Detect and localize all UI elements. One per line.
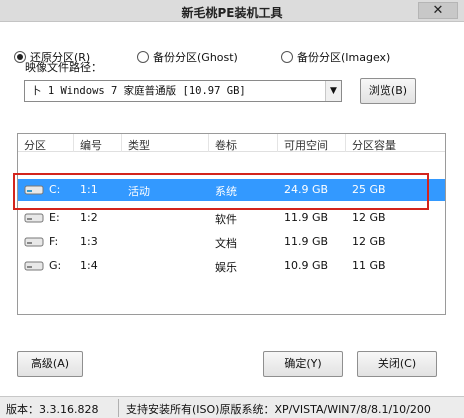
close-button[interactable]: 关闭(C) [357, 351, 437, 377]
cell-volume-label: 软件 [215, 213, 237, 226]
column-header-capacity[interactable]: 分区容量 [352, 137, 396, 153]
cell-drive: F: [49, 235, 59, 248]
close-window-button[interactable]: ✕ [418, 2, 458, 19]
cell-free-space: 11.9 GB [284, 211, 329, 224]
column-header-partition[interactable]: 分区 [24, 137, 46, 153]
column-header-volume-label[interactable]: 卷标 [215, 137, 237, 153]
cell-capacity: 12 GB [352, 211, 386, 224]
hard-drive-icon [24, 185, 44, 195]
partition-list[interactable]: 分区 编号 类型 卷标 可用空间 分区容量 C: 1:1 活动 系统 24.9 … [17, 133, 446, 315]
cell-number: 1:3 [80, 235, 98, 248]
hard-drive-icon [24, 261, 44, 271]
cell-drive: C: [49, 183, 61, 196]
cell-number: 1:4 [80, 259, 98, 272]
image-path-label: 映像文件路径： [25, 61, 102, 74]
window-title: 新毛桃PE装机工具 [181, 6, 283, 20]
hard-drive-icon [24, 237, 44, 247]
table-row[interactable]: E: 1:2 软件 11.9 GB 12 GB [18, 207, 445, 229]
column-divider [345, 134, 346, 152]
cell-volume-label: 文档 [215, 237, 237, 250]
radio-backup-ghost[interactable]: 备份分区(Ghost) [137, 49, 238, 65]
cell-free-space: 10.9 GB [284, 259, 329, 272]
cell-volume-label: 娱乐 [215, 261, 237, 274]
radio-dot [137, 51, 149, 63]
status-bar: 版本：3.3.16.828 支持安装所有(ISO)原版系统：XP/VISTA/W… [0, 396, 464, 418]
column-header-free-space[interactable]: 可用空间 [284, 137, 328, 153]
radio-dot [281, 51, 293, 63]
status-divider [118, 399, 119, 417]
hard-drive-icon [24, 213, 44, 223]
column-divider [277, 134, 278, 152]
support-text: 支持安装所有(ISO)原版系统：XP/VISTA/WIN7/8/8.1/10/2… [126, 403, 431, 416]
title-bar: 新毛桃PE装机工具 ✕ [0, 0, 464, 22]
cell-volume-label: 系统 [215, 185, 237, 198]
image-file-dropdown[interactable]: 卜 1 Windows 7 家庭普通版 [10.97 GB] ▼ [24, 80, 342, 102]
cell-capacity: 25 GB [352, 183, 386, 196]
cell-number: 1:1 [80, 183, 98, 196]
table-row[interactable]: G: 1:4 娱乐 10.9 GB 11 GB [18, 255, 445, 277]
ok-button[interactable]: 确定(Y) [263, 351, 343, 377]
radio-label-backup-imagex: 备份分区(Imagex) [297, 51, 391, 64]
column-header-type[interactable]: 类型 [128, 137, 150, 153]
column-header-number[interactable]: 编号 [80, 137, 102, 153]
version-text: 版本：3.3.16.828 [6, 403, 99, 416]
table-row[interactable]: F: 1:3 文档 11.9 GB 12 GB [18, 231, 445, 253]
cell-free-space: 24.9 GB [284, 183, 329, 196]
radio-label-backup-ghost: 备份分区(Ghost) [153, 51, 238, 64]
cell-free-space: 11.9 GB [284, 235, 329, 248]
column-divider [208, 134, 209, 152]
advanced-button[interactable]: 高级(A) [17, 351, 83, 377]
cell-capacity: 12 GB [352, 235, 386, 248]
browse-button[interactable]: 浏览(B) [360, 78, 416, 104]
column-divider [121, 134, 122, 152]
partition-list-header: 分区 编号 类型 卷标 可用空间 分区容量 [18, 134, 445, 152]
cell-type: 活动 [128, 185, 150, 198]
image-file-value: 卜 1 Windows 7 家庭普通版 [10.97 GB] [31, 85, 246, 97]
column-divider [73, 134, 74, 152]
cell-capacity: 11 GB [352, 259, 386, 272]
cell-drive: E: [49, 211, 60, 224]
radio-backup-imagex[interactable]: 备份分区(Imagex) [281, 49, 390, 65]
cell-drive: G: [49, 259, 62, 272]
chevron-down-icon[interactable]: ▼ [325, 81, 341, 101]
cell-number: 1:2 [80, 211, 98, 224]
table-row[interactable]: C: 1:1 活动 系统 24.9 GB 25 GB [18, 179, 445, 201]
